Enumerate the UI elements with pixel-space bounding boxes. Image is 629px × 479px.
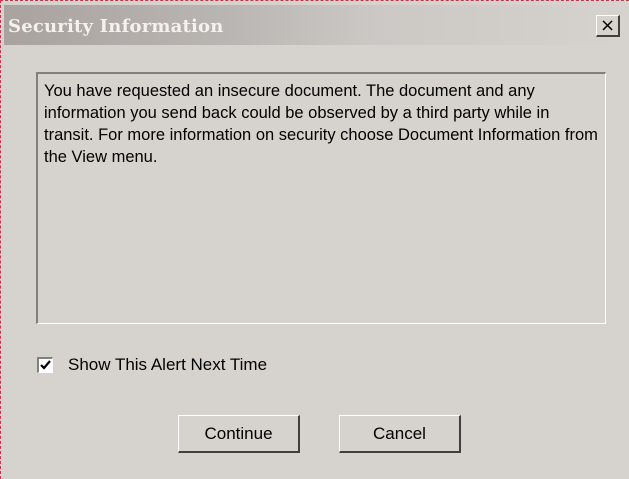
dialog-border-top: [0, 0, 629, 1]
checkmark-icon: [40, 360, 51, 370]
dialog-title: Security Information: [8, 16, 224, 37]
cancel-button[interactable]: Cancel: [339, 415, 461, 453]
dialog-border-left: [0, 0, 1, 479]
close-button[interactable]: ×: [596, 15, 620, 37]
show-alert-label[interactable]: Show This Alert Next Time: [68, 355, 267, 375]
security-information-dialog: Security Information × You have requeste…: [0, 0, 629, 479]
show-alert-checkbox[interactable]: [37, 357, 53, 373]
security-message: You have requested an insecure document.…: [44, 82, 598, 166]
title-bar[interactable]: Security Information: [4, 5, 627, 45]
continue-button[interactable]: Continue: [178, 415, 300, 453]
close-icon: ×: [599, 14, 616, 36]
message-panel: You have requested an insecure document.…: [36, 72, 606, 324]
